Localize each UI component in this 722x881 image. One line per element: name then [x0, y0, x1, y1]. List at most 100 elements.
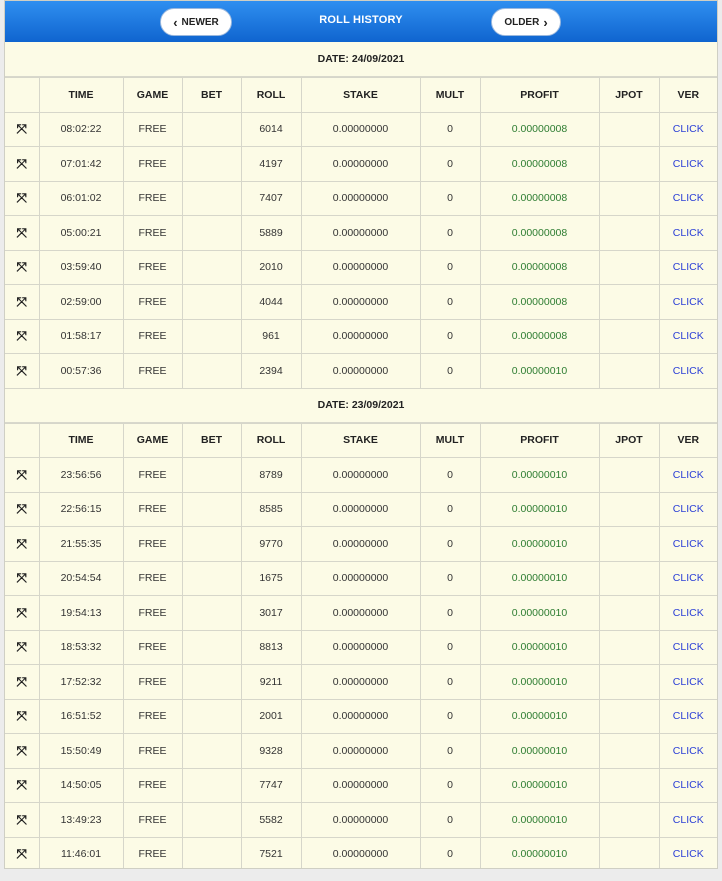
verify-link[interactable]: CLICK: [658, 111, 717, 147]
cell-time: 01:58:17: [38, 318, 124, 354]
expand-arrows-icon[interactable]: ⤧: [5, 802, 40, 838]
table-row: ⤧ 01:58:17 FREE 961 0.00000000 0 0.00000008 CLI…: [5, 318, 717, 354]
verify-link[interactable]: CLICK: [658, 629, 717, 665]
cell-profit: 0.00000008: [479, 111, 600, 147]
cell-time: 00:57:36: [38, 353, 124, 389]
expand-arrows-icon[interactable]: ⤧: [5, 767, 40, 803]
expand-arrows-icon[interactable]: ⤧: [5, 457, 40, 493]
cell-time: 03:59:40: [38, 249, 124, 285]
cell-game: FREE: [122, 457, 183, 493]
cell-time: 16:51:52: [38, 698, 124, 734]
column-header-bet: BET: [181, 77, 242, 113]
expand-arrows-icon[interactable]: ⤧: [5, 215, 40, 251]
cell-profit: 0.00000008: [479, 146, 600, 182]
table-row: ⤧ 02:59:00 FREE 4044 0.00000000 0 0.00000008 CL…: [5, 284, 717, 320]
expand-arrows-icon[interactable]: ⤧: [5, 733, 40, 769]
expand-arrows-icon[interactable]: ⤧: [5, 249, 40, 285]
table-header-row: TIME GAME BET ROLL STAKE MULT PROFIT JPOT VER: [5, 422, 717, 458]
cell-time: 13:49:23: [38, 802, 124, 838]
roll-table: TIME GAME BET ROLL STAKE MULT PROFIT JPOT VER ⤧ 08…: [5, 77, 717, 389]
header-spacer: [5, 77, 40, 113]
cell-roll: 5582: [240, 802, 302, 838]
column-header-game: GAME: [122, 422, 183, 458]
cell-profit: 0.00000010: [479, 595, 600, 631]
cell-mult: 0: [419, 146, 481, 182]
expand-arrows-icon[interactable]: ⤧: [5, 526, 40, 562]
expand-arrows-icon[interactable]: ⤧: [5, 491, 40, 527]
column-header-profit: PROFIT: [479, 422, 600, 458]
cell-game: FREE: [122, 353, 183, 389]
expand-arrows-icon[interactable]: ⤧: [5, 698, 40, 734]
cell-time: 07:01:42: [38, 146, 124, 182]
cell-stake: 0.00000000: [300, 180, 421, 216]
cell-time: 17:52:32: [38, 664, 124, 700]
expand-arrows-icon[interactable]: ⤧: [5, 595, 40, 631]
cell-roll: 8585: [240, 491, 302, 527]
table-row: ⤧ 23:56:56 FREE 8789 0.00000000 0 0.00000010 CL…: [5, 457, 717, 493]
cell-profit: 0.00000010: [479, 353, 600, 389]
cell-profit: 0.00000008: [479, 318, 600, 354]
cell-jpot: [598, 767, 660, 803]
cell-bet: [181, 318, 242, 354]
cell-bet: [181, 560, 242, 596]
cell-mult: 0: [419, 802, 481, 838]
cell-roll: 4044: [240, 284, 302, 320]
verify-link[interactable]: CLICK: [658, 457, 717, 493]
verify-link[interactable]: CLICK: [658, 284, 717, 320]
verify-link[interactable]: CLICK: [658, 595, 717, 631]
expand-arrows-icon[interactable]: ⤧: [5, 284, 40, 320]
cell-bet: [181, 146, 242, 182]
expand-arrows-icon[interactable]: ⤧: [5, 664, 40, 700]
verify-link[interactable]: CLICK: [658, 180, 717, 216]
cell-stake: 0.00000000: [300, 698, 421, 734]
verify-link[interactable]: CLICK: [658, 249, 717, 285]
cell-mult: 0: [419, 595, 481, 631]
verify-link[interactable]: CLICK: [658, 146, 717, 182]
cell-profit: 0.00000008: [479, 284, 600, 320]
cell-game: FREE: [122, 560, 183, 596]
cell-stake: 0.00000000: [300, 318, 421, 354]
verify-link[interactable]: CLICK: [658, 318, 717, 354]
expand-arrows-icon[interactable]: ⤧: [5, 836, 40, 868]
cell-game: FREE: [122, 491, 183, 527]
cell-roll: 8813: [240, 629, 302, 665]
verify-link[interactable]: CLICK: [658, 767, 717, 803]
verify-link[interactable]: CLICK: [658, 353, 717, 389]
verify-link[interactable]: CLICK: [658, 215, 717, 251]
verify-link[interactable]: CLICK: [658, 698, 717, 734]
cell-time: 23:56:56: [38, 457, 124, 493]
expand-arrows-icon[interactable]: ⤧: [5, 318, 40, 354]
roll-history-panel: ‹ NEWER ROLL HISTORY OLDER › DATE: 24/09…: [4, 0, 718, 869]
expand-arrows-icon[interactable]: ⤧: [5, 629, 40, 665]
cell-bet: [181, 284, 242, 320]
cell-jpot: [598, 560, 660, 596]
cell-mult: 0: [419, 353, 481, 389]
cell-time: 18:53:32: [38, 629, 124, 665]
verify-link[interactable]: CLICK: [658, 491, 717, 527]
expand-arrows-icon[interactable]: ⤧: [5, 353, 40, 389]
cell-stake: 0.00000000: [300, 560, 421, 596]
verify-link[interactable]: CLICK: [658, 802, 717, 838]
expand-arrows-icon[interactable]: ⤧: [5, 560, 40, 596]
cell-mult: 0: [419, 457, 481, 493]
column-header-bet: BET: [181, 422, 242, 458]
column-header-mult: MULT: [419, 77, 481, 113]
cell-stake: 0.00000000: [300, 836, 421, 868]
older-button[interactable]: OLDER ›: [491, 8, 561, 36]
verify-link[interactable]: CLICK: [658, 836, 717, 868]
cell-bet: [181, 526, 242, 562]
verify-link[interactable]: CLICK: [658, 560, 717, 596]
cell-stake: 0.00000000: [300, 215, 421, 251]
expand-arrows-icon[interactable]: ⤧: [5, 146, 40, 182]
date-header: DATE: 24/09/2021: [5, 42, 717, 77]
cell-game: FREE: [122, 526, 183, 562]
cell-stake: 0.00000000: [300, 146, 421, 182]
expand-arrows-icon[interactable]: ⤧: [5, 111, 40, 147]
cell-stake: 0.00000000: [300, 491, 421, 527]
verify-link[interactable]: CLICK: [658, 733, 717, 769]
verify-link[interactable]: CLICK: [658, 664, 717, 700]
cell-roll: 7407: [240, 180, 302, 216]
verify-link[interactable]: CLICK: [658, 526, 717, 562]
expand-arrows-icon[interactable]: ⤧: [5, 180, 40, 216]
cell-jpot: [598, 318, 660, 354]
